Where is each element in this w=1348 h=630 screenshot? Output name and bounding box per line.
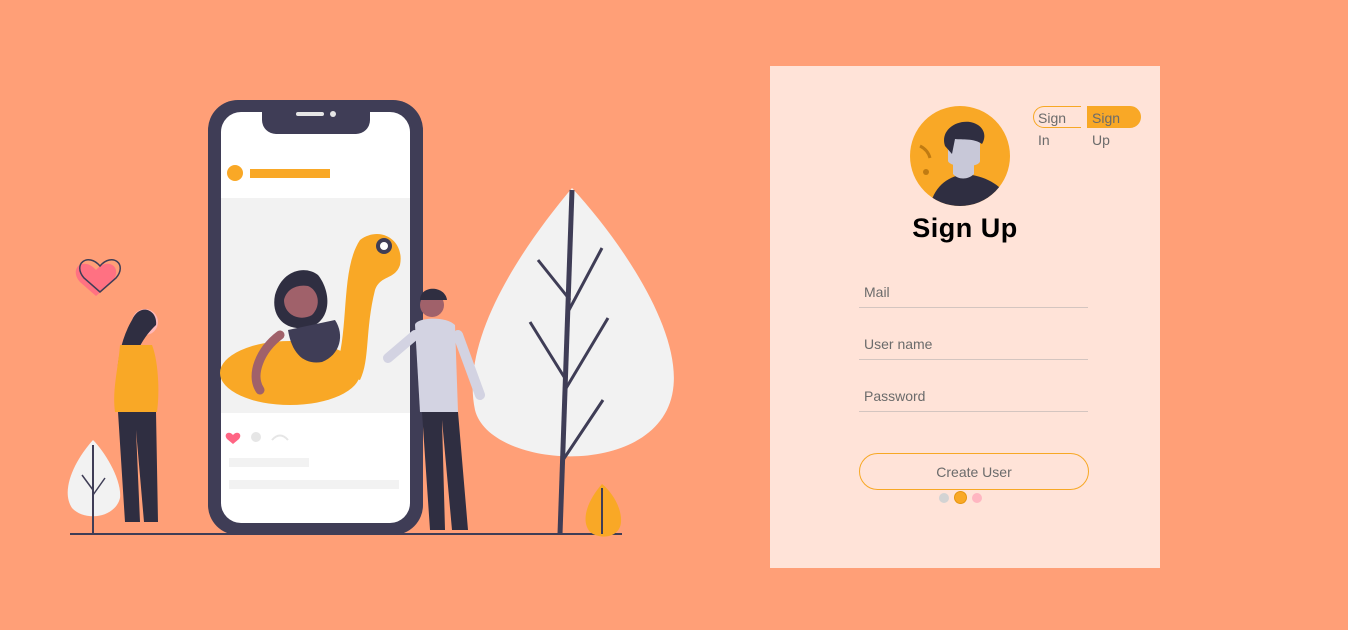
- page-indicator-dots: [939, 492, 982, 503]
- page-dot-3[interactable]: [972, 492, 982, 503]
- username-input[interactable]: [859, 329, 1088, 359]
- user-avatar-icon: [910, 106, 1010, 206]
- signup-panel: Sign In Sign Up Sign Up Create User: [770, 66, 1160, 568]
- mail-input[interactable]: [859, 277, 1088, 307]
- large-leaf-tree-icon: [472, 188, 674, 535]
- create-user-button[interactable]: Create User: [859, 453, 1089, 490]
- password-input[interactable]: [859, 381, 1088, 411]
- username-field-wrapper: [859, 329, 1088, 360]
- page-dot-2[interactable]: [955, 492, 966, 503]
- page-title: Sign Up: [912, 213, 1018, 243]
- sign-up-toggle-button[interactable]: Sign Up: [1087, 106, 1141, 148]
- phone-icon: [208, 100, 423, 535]
- auth-mode-toggle: Sign In Sign Up: [1033, 106, 1141, 148]
- floating-heart-icon: [75, 259, 121, 296]
- mail-field-wrapper: [859, 277, 1088, 308]
- comment-icon: [251, 432, 261, 442]
- small-yellow-tree-icon: [585, 484, 622, 537]
- small-white-tree-icon: [67, 440, 121, 534]
- social-media-illustration: [67, 100, 674, 537]
- password-field-wrapper: [859, 381, 1088, 412]
- sign-in-toggle-button[interactable]: Sign In: [1033, 106, 1081, 148]
- page-dot-1[interactable]: [939, 492, 949, 503]
- woman-figure: [114, 309, 159, 522]
